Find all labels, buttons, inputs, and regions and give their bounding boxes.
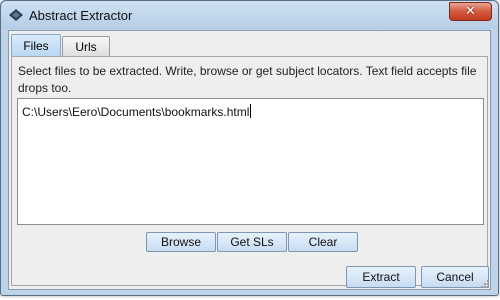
clear-button[interactable]: Clear [288, 232, 358, 252]
extract-button[interactable]: Extract [346, 266, 416, 288]
browse-button[interactable]: Browse [146, 232, 216, 252]
close-icon: ✕ [465, 4, 476, 19]
dialog-window: Abstract Extractor ✕ Files Urls Select f… [0, 0, 499, 296]
app-logo-icon [9, 9, 23, 21]
dialog-content: Files Urls Select files to be extracted.… [8, 30, 491, 290]
files-panel: Select files to be extracted. Write, bro… [11, 56, 488, 286]
title-bar[interactable]: Abstract Extractor ✕ [1, 1, 498, 29]
window-title: Abstract Extractor [29, 8, 133, 23]
tab-urls[interactable]: Urls [62, 36, 110, 56]
tab-files[interactable]: Files [11, 34, 61, 57]
close-button[interactable]: ✕ [449, 2, 492, 21]
file-path-text: C:\Users\Eero\Documents\bookmarks.html [22, 104, 252, 119]
resize-grip-icon[interactable] [479, 278, 489, 288]
instructions-text: Select files to be extracted. Write, bro… [18, 64, 477, 95]
get-sls-button[interactable]: Get SLs [217, 232, 287, 252]
text-caret [250, 104, 252, 118]
file-list-textarea[interactable]: C:\Users\Eero\Documents\bookmarks.html [17, 98, 484, 225]
